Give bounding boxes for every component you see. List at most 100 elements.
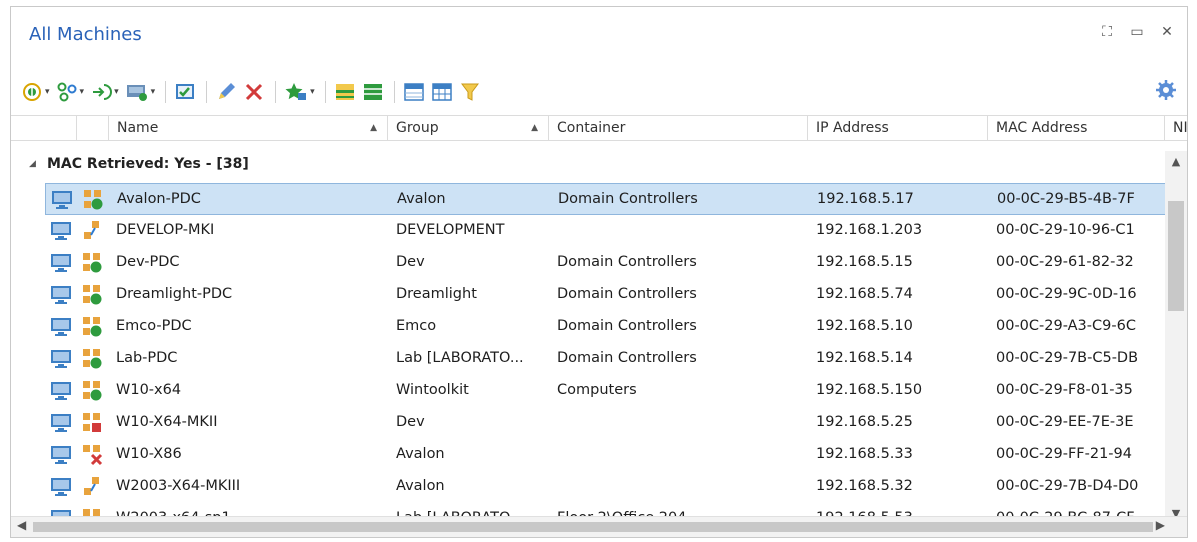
toolbar-separator: [393, 81, 395, 103]
cell-group: Dev: [396, 414, 425, 430]
table-button[interactable]: [431, 79, 453, 105]
node-status-icon: [81, 476, 103, 502]
vertical-scroll-thumb[interactable]: [1168, 201, 1184, 311]
vertical-scrollbar[interactable]: ▲ ▼: [1165, 151, 1187, 525]
rows-container: Avalon-PDC Avalon Domain Controllers 192.16…: [11, 183, 1167, 523]
table-icon: [431, 83, 452, 101]
favorite-icon: [285, 83, 307, 100]
columns-button[interactable]: [403, 79, 425, 105]
column-header-ni[interactable]: NI: [1165, 116, 1187, 140]
cell-group: Lab [LABORATO...: [396, 350, 524, 366]
table-row[interactable]: Lab-PDC Lab [LABORATO... Domain Controller…: [45, 343, 1167, 375]
table-row[interactable]: W10-X86 Avalon 192.168.5.33 00-0C-29-FF-21-…: [45, 439, 1167, 471]
table-row[interactable]: W2003-X64-MKIII Avalon 192.168.5.32 00-0C-2…: [45, 471, 1167, 503]
layout-grid-icon: [363, 84, 382, 100]
cell-mac-address: 00-0C-29-B5-4B-7F: [997, 191, 1135, 207]
cell-name: W10-X86: [116, 446, 182, 462]
deploy-icon: [126, 85, 147, 101]
cell-name: Dev-PDC: [116, 254, 180, 270]
network-button[interactable]: ▾: [56, 79, 84, 105]
computer-icon: [49, 413, 73, 437]
header-spacer: [11, 116, 77, 140]
cell-container: Computers: [557, 382, 637, 398]
scan-button[interactable]: ▾: [21, 79, 50, 105]
dc-status-icon: [81, 316, 103, 342]
cell-container: Domain Controllers: [557, 254, 697, 270]
cell-container: [557, 215, 807, 245]
layout-grid-button[interactable]: [362, 79, 384, 105]
toolbar-separator: [206, 81, 208, 103]
cell-group: Dreamlight: [396, 286, 477, 302]
scroll-right-icon[interactable]: ▶: [1156, 518, 1165, 532]
cell-ip-address: 192.168.5.10: [816, 318, 913, 334]
column-header-row: Name ▲ Group ▲ Container IP Address MAC …: [11, 115, 1187, 141]
node-status-icon: [81, 220, 103, 246]
filter-button[interactable]: [459, 79, 481, 105]
table-row[interactable]: Avalon-PDC Avalon Domain Controllers 192.16…: [45, 183, 1167, 215]
cell-container: Domain Controllers: [558, 191, 698, 207]
header-status-column[interactable]: [77, 116, 109, 140]
cell-ip-address: 192.168.1.203: [816, 222, 923, 238]
fullscreen-icon[interactable]: ⛶: [1099, 24, 1115, 40]
gear-icon: [1156, 80, 1176, 100]
table-row[interactable]: W10-x64 Wintoolkit Computers 192.168.5.150 0…: [45, 375, 1167, 407]
column-header-mac-address[interactable]: MAC Address: [988, 116, 1165, 140]
panel-title: All Machines: [29, 24, 142, 45]
network-icon: [57, 82, 77, 102]
layout-rows-button[interactable]: [334, 79, 356, 105]
cell-mac-address: 00-0C-29-9C-0D-16: [996, 286, 1137, 302]
scroll-up-icon[interactable]: ▲: [1165, 151, 1187, 173]
cell-name: W2003-X64-MKIII: [116, 478, 241, 494]
table-row[interactable]: Emco-PDC Emco Domain Controllers 192.168.5.…: [45, 311, 1167, 343]
sort-asc-icon: ▲: [370, 123, 377, 133]
cell-ip-address: 192.168.5.32: [816, 478, 913, 494]
horizontal-scrollbar[interactable]: ◀ ▶: [11, 516, 1187, 537]
cell-ip-address: 192.168.5.33: [816, 446, 913, 462]
scan-icon: [23, 83, 41, 101]
cell-container: [557, 439, 807, 469]
cell-name: Emco-PDC: [116, 318, 192, 334]
horizontal-scroll-thumb[interactable]: [33, 522, 1153, 532]
column-header-container[interactable]: Container: [549, 116, 808, 140]
column-header-name[interactable]: Name ▲: [109, 116, 388, 140]
filter-icon: [460, 83, 479, 101]
column-header-ip-address[interactable]: IP Address: [808, 116, 988, 140]
restore-icon[interactable]: ▭: [1129, 24, 1145, 40]
computer-icon: [49, 445, 73, 469]
computer-icon: [49, 349, 73, 373]
cell-ip-address: 192.168.5.74: [816, 286, 913, 302]
settings-button[interactable]: [1155, 79, 1177, 105]
toolbar: ▾ ▾ ▾ ▾ ▾: [21, 77, 1179, 107]
connect-button[interactable]: ▾: [90, 79, 119, 105]
cell-mac-address: 00-0C-29-FF-21-94: [996, 446, 1132, 462]
cell-name: Lab-PDC: [116, 350, 178, 366]
favorites-button[interactable]: ▾: [284, 79, 315, 105]
sort-asc-icon: ▲: [531, 123, 538, 133]
dc-status-icon: [81, 348, 103, 374]
table-row[interactable]: Dev-PDC Dev Domain Controllers 192.168.5.15…: [45, 247, 1167, 279]
delete-icon: [246, 83, 263, 101]
deploy-button[interactable]: ▾: [125, 79, 155, 105]
cell-group: Avalon: [396, 446, 445, 462]
cell-mac-address: 00-0C-29-F8-01-35: [996, 382, 1133, 398]
cell-container: Domain Controllers: [557, 350, 697, 366]
edit-button[interactable]: [215, 79, 237, 105]
dc-status-icon: [81, 252, 103, 278]
refresh-check-button[interactable]: [174, 79, 196, 105]
cell-mac-address: 00-0C-29-7B-C5-DB: [996, 350, 1139, 366]
computer-icon: [49, 253, 73, 277]
scroll-left-icon[interactable]: ◀: [17, 518, 26, 532]
cell-group: DEVELOPMENT: [396, 222, 505, 238]
table-row[interactable]: DEVELOP-MKI DEVELOPMENT 192.168.1.203 00-0C…: [45, 215, 1167, 247]
column-header-group[interactable]: Group ▲: [388, 116, 549, 140]
cell-ip-address: 192.168.5.25: [816, 414, 913, 430]
cell-mac-address: 00-0C-29-7B-D4-D0: [996, 478, 1139, 494]
table-row[interactable]: Dreamlight-PDC Dreamlight Domain Controlle…: [45, 279, 1167, 311]
cell-name: W10-x64: [116, 382, 182, 398]
toolbar-separator: [324, 81, 326, 103]
delete-button[interactable]: [243, 79, 265, 105]
table-row[interactable]: W10-X64-MKII Dev 192.168.5.25 00-0C-29-EE-7…: [45, 407, 1167, 439]
collapse-triangle-icon[interactable]: ◢: [29, 151, 36, 177]
close-icon[interactable]: ✕: [1159, 24, 1175, 40]
connect-icon: [93, 84, 113, 100]
